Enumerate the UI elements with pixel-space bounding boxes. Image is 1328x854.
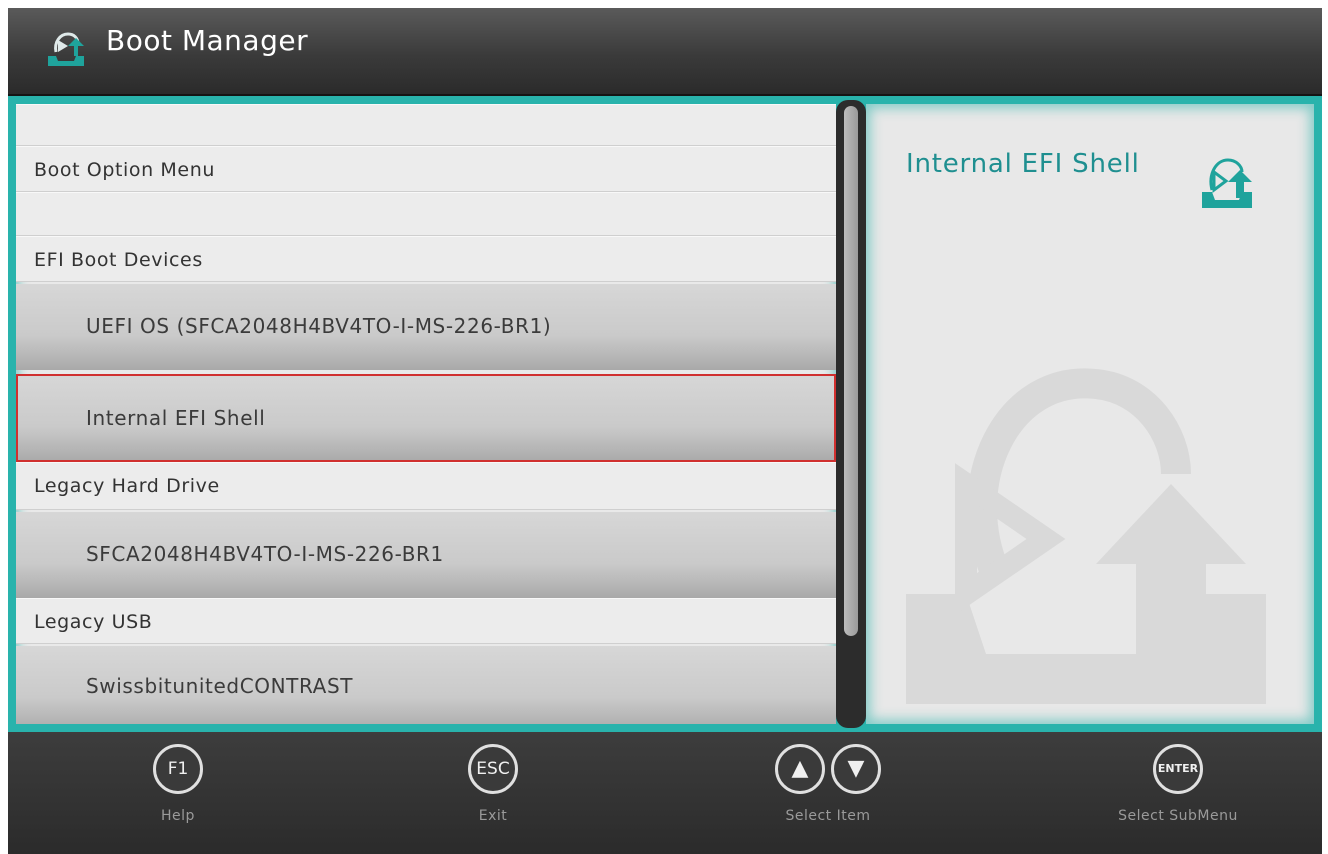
section-label: Legacy Hard Drive [34,475,220,497]
list-spacer [16,104,836,146]
boot-reload-icon [1202,158,1252,208]
section-legacy-usb: Legacy USB [16,598,836,644]
section-label: Legacy USB [34,611,153,633]
footer-keybar: F1 Help ESC Exit ▲ ▼ Select Item ENTER Se… [8,732,1322,854]
boot-option-uefi-os[interactable]: UEFI OS (SFCA2048H4BV4TO-I-MS-226-BR1) [16,284,836,370]
f1-key-icon[interactable]: F1 [153,744,203,794]
list-spacer [16,192,836,236]
section-label: Boot Option Menu [34,159,215,181]
esc-key-icon[interactable]: ESC [468,744,518,794]
boot-option-usb[interactable]: SwissbitunitedCONTRAST [16,646,836,724]
select-submenu-label: Select SubMenu [1118,808,1238,824]
section-legacy-hard-drive: Legacy Hard Drive [16,462,836,510]
arrow-up-icon[interactable]: ▲ [775,744,825,794]
select-item-key[interactable]: ▲ ▼ Select Item [753,744,903,824]
select-item-label: Select Item [785,808,871,824]
section-label: EFI Boot Devices [34,249,203,271]
boot-option-internal-efi-shell[interactable]: Internal EFI Shell [16,374,836,462]
boot-option-label: SwissbitunitedCONTRAST [86,674,354,698]
enter-key-icon[interactable]: ENTER [1153,744,1203,794]
boot-option-label: SFCA2048H4BV4TO-I-MS-226-BR1 [86,542,444,566]
boot-option-label: Internal EFI Shell [86,406,266,430]
exit-key[interactable]: ESC Exit [453,744,533,824]
help-panel: Internal EFI Shell [866,104,1314,724]
boot-option-list: Boot Option Menu EFI Boot Devices UEFI O… [16,104,836,724]
exit-key-label: Exit [478,808,508,824]
arrow-down-icon[interactable]: ▼ [831,744,881,794]
boot-option-legacy-hdd[interactable]: SFCA2048H4BV4TO-I-MS-226-BR1 [16,512,836,598]
header-bar: Boot Manager [8,8,1322,96]
section-boot-option-menu: Boot Option Menu [16,146,836,192]
boot-manager-logo-icon [48,32,84,66]
boot-option-label: UEFI OS (SFCA2048H4BV4TO-I-MS-226-BR1) [86,314,552,338]
section-efi-boot-devices: EFI Boot Devices [16,236,836,282]
help-key[interactable]: F1 Help [138,744,218,824]
scrollbar-thumb[interactable] [844,106,858,636]
page-title: Boot Manager [106,24,309,57]
select-submenu-key[interactable]: ENTER Select SubMenu [1098,744,1258,824]
bios-window: Boot Manager Boot Option Menu EFI Boot D… [8,8,1322,854]
help-title: Internal EFI Shell [906,149,1140,179]
boot-reload-watermark-icon [906,368,1266,704]
help-key-label: Help [161,808,195,824]
content-area: Boot Option Menu EFI Boot Devices UEFI O… [8,96,1322,732]
